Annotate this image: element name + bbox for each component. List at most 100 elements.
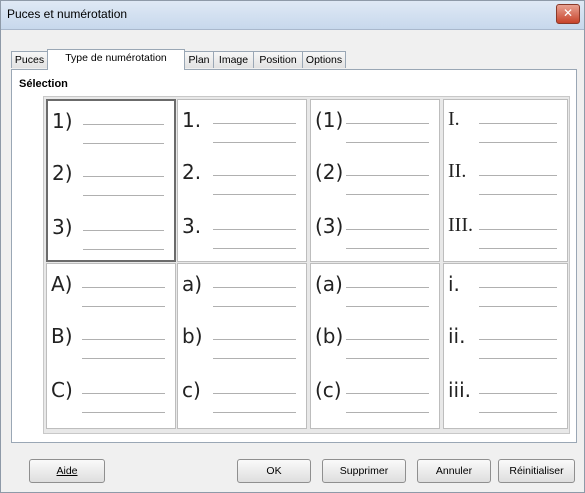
sample-line bbox=[346, 229, 429, 230]
numbering-option[interactable]: (a) (b) (c) bbox=[310, 263, 440, 429]
tab-image[interactable]: Image bbox=[213, 51, 254, 68]
sample-line bbox=[346, 358, 429, 359]
sample-line bbox=[83, 230, 164, 231]
numbering-option[interactable]: I. II. III. bbox=[443, 99, 568, 262]
sample-line bbox=[346, 339, 429, 340]
dialog-window: Puces et numérotation ✕ Puces Type de nu… bbox=[0, 0, 585, 493]
tab-type-de-numerotation[interactable]: Type de numérotation bbox=[47, 49, 185, 70]
numbering-sample-label: a) bbox=[182, 272, 203, 296]
help-button[interactable]: Aide bbox=[29, 459, 105, 483]
numbering-option[interactable]: a) b) c) bbox=[177, 263, 307, 429]
delete-label: Supprimer bbox=[339, 465, 389, 477]
sample-line bbox=[479, 393, 557, 394]
sample-line bbox=[213, 306, 296, 307]
reset-label: Réinitialiser bbox=[509, 465, 564, 477]
sample-line bbox=[83, 143, 164, 144]
numbering-option[interactable]: i. ii. iii. bbox=[443, 263, 568, 429]
sample-line bbox=[83, 249, 164, 250]
tab-position[interactable]: Position bbox=[253, 51, 303, 68]
sample-line bbox=[83, 124, 164, 125]
numbering-sample-label: (c) bbox=[315, 378, 342, 402]
sample-line bbox=[479, 339, 557, 340]
tab-puces[interactable]: Puces bbox=[11, 51, 48, 68]
sample-line bbox=[479, 229, 557, 230]
numbering-sample-label: 3) bbox=[52, 215, 73, 239]
sample-line bbox=[82, 339, 165, 340]
numbering-sample-label: 3. bbox=[182, 214, 202, 238]
numbering-option[interactable]: 1) 2) 3) bbox=[46, 99, 176, 262]
sample-line bbox=[213, 393, 296, 394]
numbering-sample-label: 2) bbox=[52, 161, 73, 185]
numbering-sample-label: A) bbox=[51, 272, 73, 296]
numbering-sample-label: ii. bbox=[448, 324, 466, 348]
sample-line bbox=[213, 248, 296, 249]
sample-line bbox=[346, 393, 429, 394]
sample-line bbox=[479, 142, 557, 143]
sample-line bbox=[346, 287, 429, 288]
sample-line bbox=[82, 306, 165, 307]
sample-line bbox=[213, 412, 296, 413]
numbering-sample-label: iii. bbox=[448, 378, 472, 402]
sample-line bbox=[346, 123, 429, 124]
close-icon: ✕ bbox=[562, 6, 574, 20]
sample-line bbox=[83, 176, 164, 177]
numbering-option[interactable]: A) B) C) bbox=[46, 263, 176, 429]
sample-line bbox=[346, 412, 429, 413]
sample-line bbox=[479, 306, 557, 307]
cancel-button[interactable]: Annuler bbox=[417, 459, 491, 483]
title-bar[interactable]: Puces et numérotation ✕ bbox=[1, 1, 584, 30]
sample-line bbox=[479, 287, 557, 288]
sample-line bbox=[479, 123, 557, 124]
delete-button[interactable]: Supprimer bbox=[322, 459, 406, 483]
sample-line bbox=[82, 358, 165, 359]
numbering-option[interactable]: (1) (2) (3) bbox=[310, 99, 440, 262]
numbering-option[interactable]: 1. 2. 3. bbox=[177, 99, 307, 262]
numbering-sample-label: (b) bbox=[315, 324, 344, 348]
sample-line bbox=[346, 175, 429, 176]
close-button[interactable]: ✕ bbox=[556, 4, 580, 24]
sample-line bbox=[82, 287, 165, 288]
numbering-sample-label: (1) bbox=[315, 108, 344, 132]
sample-line bbox=[213, 358, 296, 359]
sample-line bbox=[82, 393, 165, 394]
numbering-sample-label: III. bbox=[448, 214, 473, 236]
sample-line bbox=[213, 123, 296, 124]
sample-line bbox=[346, 248, 429, 249]
sample-line bbox=[213, 142, 296, 143]
sample-line bbox=[213, 194, 296, 195]
sample-line bbox=[346, 194, 429, 195]
numbering-grid: 1) 2) 3) 1. 2. 3. (1) (2) (3) I. II. III. A) B) C) a) b)… bbox=[43, 96, 570, 434]
sample-line bbox=[82, 412, 165, 413]
numbering-sample-label: II. bbox=[448, 160, 467, 182]
section-label-selection: Sélection bbox=[19, 78, 68, 90]
help-label: Aide bbox=[56, 465, 78, 477]
sample-line bbox=[479, 175, 557, 176]
sample-line bbox=[213, 229, 296, 230]
numbering-sample-label: (3) bbox=[315, 214, 344, 238]
sample-line bbox=[346, 142, 429, 143]
sample-line bbox=[213, 287, 296, 288]
tab-options[interactable]: Options bbox=[302, 51, 346, 68]
sample-line bbox=[346, 306, 429, 307]
sample-line bbox=[83, 195, 164, 196]
sample-line bbox=[479, 358, 557, 359]
numbering-sample-label: (a) bbox=[315, 272, 343, 296]
reset-button[interactable]: Réinitialiser bbox=[498, 459, 575, 483]
numbering-sample-label: 1) bbox=[52, 109, 73, 133]
numbering-sample-label: I. bbox=[448, 108, 460, 130]
sample-line bbox=[479, 412, 557, 413]
sample-line bbox=[479, 248, 557, 249]
numbering-sample-label: 2. bbox=[182, 160, 202, 184]
tab-plan[interactable]: Plan bbox=[184, 51, 214, 68]
numbering-sample-label: B) bbox=[51, 324, 73, 348]
numbering-sample-label: C) bbox=[51, 378, 73, 402]
sample-line bbox=[213, 175, 296, 176]
ok-button[interactable]: OK bbox=[237, 459, 311, 483]
numbering-sample-label: i. bbox=[448, 272, 460, 296]
numbering-sample-label: 1. bbox=[182, 108, 202, 132]
window-title: Puces et numérotation bbox=[7, 7, 128, 21]
numbering-sample-label: c) bbox=[182, 378, 201, 402]
sample-line bbox=[213, 339, 296, 340]
sample-line bbox=[479, 194, 557, 195]
numbering-sample-label: b) bbox=[182, 324, 203, 348]
